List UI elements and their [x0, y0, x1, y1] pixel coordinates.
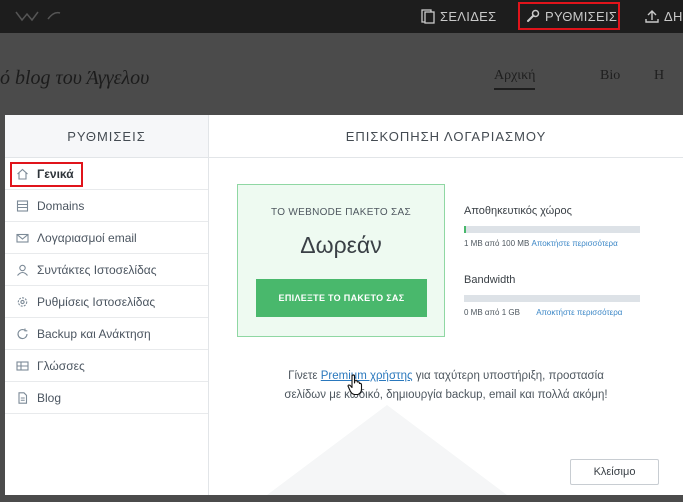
sidebar-item-site-settings[interactable]: Ρυθμίσεις Ιστοσελίδας — [5, 286, 208, 318]
sidebar-item-backup-restore[interactable]: Backup και Ανάκτηση — [5, 318, 208, 350]
sidebar-item-blog[interactable]: Blog — [5, 382, 208, 414]
pages-menu-button[interactable]: ΣΕΛΙΔΕΣ — [421, 0, 497, 33]
storage-label: Αποθηκευτικός χώρος — [464, 205, 572, 217]
server-icon — [16, 199, 29, 212]
sidebar-item-label: Λογαριασμοί email — [37, 230, 137, 245]
sidebar-item-label: Γλώσσες — [37, 358, 85, 373]
premium-link[interactable]: Premium χρήστης — [321, 370, 413, 382]
panel-title: ΕΠΙΣΚΟΠΗΣΗ ΛΟΓΑΡΙΑΣΜΟΥ — [209, 115, 683, 158]
languages-icon — [16, 360, 29, 371]
hand-cursor-icon — [347, 374, 363, 396]
account-overview-panel: ΕΠΙΣΚΟΠΗΣΗ ΛΟΓΑΡΙΑΣΜΟΥ ΤΟ WEBNODE ΠΑΚΕΤΟ… — [209, 115, 683, 495]
top-bar: ΣΕΛΙΔΕΣ ΡΥΘΜΙΣΕΙΣ ΔΗ — [0, 0, 683, 33]
premium-promo: Γίνετε Premium χρήστης για ταχύτερη υποσ… — [209, 367, 683, 405]
bandwidth-progress-bar — [464, 295, 640, 302]
gear-icon — [17, 296, 28, 307]
sidebar-item-email-accounts[interactable]: Λογαριασμοί email — [5, 222, 208, 254]
sidebar-item-label: Backup και Ανάκτηση — [37, 326, 151, 341]
upload-icon — [645, 10, 659, 23]
promo-line-1: Γίνετε Premium χρήστης για ταχύτερη υποσ… — [209, 367, 683, 386]
storage-usage: 1 MB από 100 MB — [464, 239, 530, 248]
sidebar-item-site-editors[interactable]: Συντάκτες Ιστοσελίδας — [5, 254, 208, 286]
bandwidth-label: Bandwidth — [464, 274, 516, 286]
sidebar-item-languages[interactable]: Γλώσσες — [5, 350, 208, 382]
storage-usage-line: 1 MB από 100 MB Αποκτήστε περισσότερα — [464, 239, 646, 248]
decorative-triangle — [267, 405, 507, 495]
wrench-icon — [527, 9, 540, 22]
nav-link-home[interactable]: Αρχική — [494, 68, 536, 90]
publish-menu-label: ΔΗ — [664, 9, 683, 24]
package-plan-name: Δωρεάν — [300, 232, 382, 258]
blog-title: ό blog του Άγγελου — [0, 67, 150, 89]
document-icon — [18, 391, 28, 404]
bandwidth-stat: Bandwidth 0 MB από 1 GB Αποκτήστε περισσ… — [464, 274, 644, 317]
storage-progress-bar — [464, 226, 640, 233]
sidebar-title: ΡΥΘΜΙΣΕΙΣ — [5, 115, 208, 158]
bandwidth-usage-line: 0 MB από 1 GB Αποκτήστε περισσότερα — [464, 308, 646, 317]
promo-text-before: Γίνετε — [288, 370, 321, 382]
user-icon — [17, 264, 28, 276]
refresh-icon — [17, 328, 28, 339]
nav-link-more[interactable]: Η — [654, 68, 664, 84]
sidebar-item-domains[interactable]: Domains — [5, 190, 208, 222]
envelope-icon — [16, 233, 29, 243]
settings-modal: ΡΥΘΜΙΣΕΙΣ Γενικά Domains Λογαριασμοί ema… — [5, 115, 683, 495]
pages-icon — [421, 9, 435, 24]
storage-stat: Αποθηκευτικός χώρος 1 MB από 100 MB Αποκ… — [464, 205, 644, 248]
nav-link-bio[interactable]: Bio — [600, 68, 620, 84]
sidebar-item-label: Blog — [37, 390, 62, 405]
bandwidth-usage: 0 MB από 1 GB — [464, 308, 520, 317]
pages-menu-label: ΣΕΛΙΔΕΣ — [440, 9, 497, 24]
sidebar-item-label: Ρυθμίσεις Ιστοσελίδας — [37, 294, 156, 309]
storage-upgrade-link[interactable]: Αποκτήστε περισσότερα — [532, 239, 618, 248]
choose-package-button[interactable]: ΕΠΙΛΕΞΤΕ ΤΟ ΠΑΚΕΤΟ ΣΑΣ — [256, 279, 427, 317]
bandwidth-upgrade-link[interactable]: Αποκτήστε περισσότερα — [536, 308, 622, 317]
close-button[interactable]: Κλείσιμο — [570, 459, 659, 485]
package-card: ΤΟ WEBNODE ΠΑΚΕΤΟ ΣΑΣ Δωρεάν ΕΠΙΛΕΞΤΕ ΤΟ… — [237, 184, 445, 337]
settings-menu-button[interactable]: ΡΥΘΜΙΣΕΙΣ — [518, 2, 620, 30]
promo-line-2: σελίδων με κωδικό, δημιουργία backup, em… — [284, 389, 608, 401]
storage-progress-fill — [464, 226, 466, 233]
promo-text-after: για ταχύτερη υποστήριξη, προστασία — [412, 370, 604, 382]
webnode-logo — [15, 11, 61, 22]
settings-menu-label: ΡΥΘΜΙΣΕΙΣ — [545, 8, 618, 24]
sidebar-item-label: Συντάκτες Ιστοσελίδας — [37, 262, 157, 277]
package-label: ΤΟ WEBNODE ΠΑΚΕΤΟ ΣΑΣ — [271, 207, 411, 218]
publish-menu-button[interactable]: ΔΗ — [645, 0, 683, 33]
active-item-highlight — [10, 162, 83, 187]
sidebar-item-label: Domains — [37, 198, 85, 213]
